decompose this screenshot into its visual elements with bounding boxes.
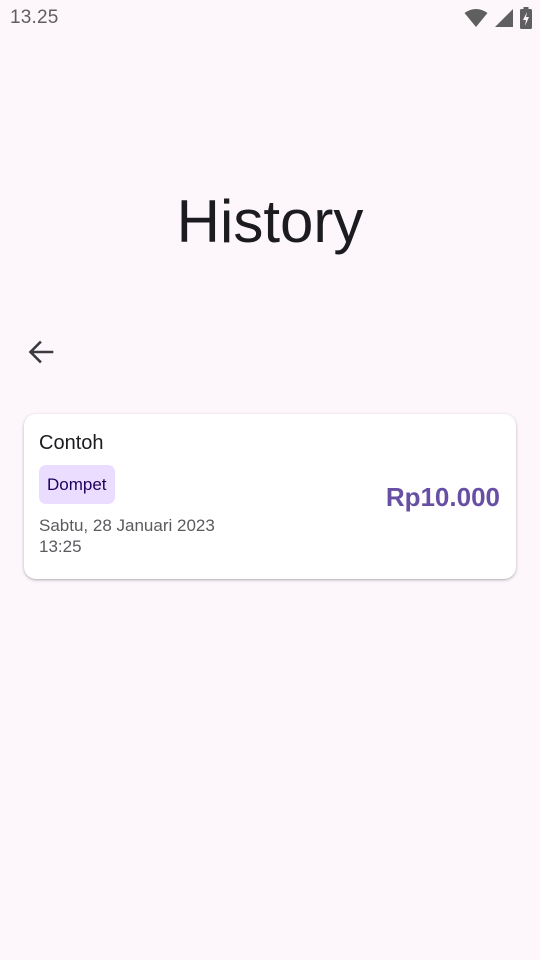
back-button[interactable] [17,330,65,378]
transaction-time: 13:25 [39,537,82,556]
wifi-icon [464,8,488,28]
status-time: 13.25 [10,7,59,28]
signal-icon [494,8,514,28]
transaction-card[interactable]: Contoh Dompet Sabtu, 28 Januari 2023 13:2… [24,414,516,579]
page-title: History [176,188,364,255]
transaction-date: Sabtu, 28 Januari 2023 [39,516,215,535]
category-chip: Dompet [39,465,115,504]
status-icons [464,7,532,29]
status-bar: 13.25 [0,0,540,36]
transaction-datetime: Sabtu, 28 Januari 2023 13:25 [39,515,299,557]
transaction-name: Contoh [39,432,104,454]
transaction-amount: Rp10.000 [385,482,500,512]
arrow-back-icon [27,338,55,371]
battery-charging-icon [520,7,532,29]
